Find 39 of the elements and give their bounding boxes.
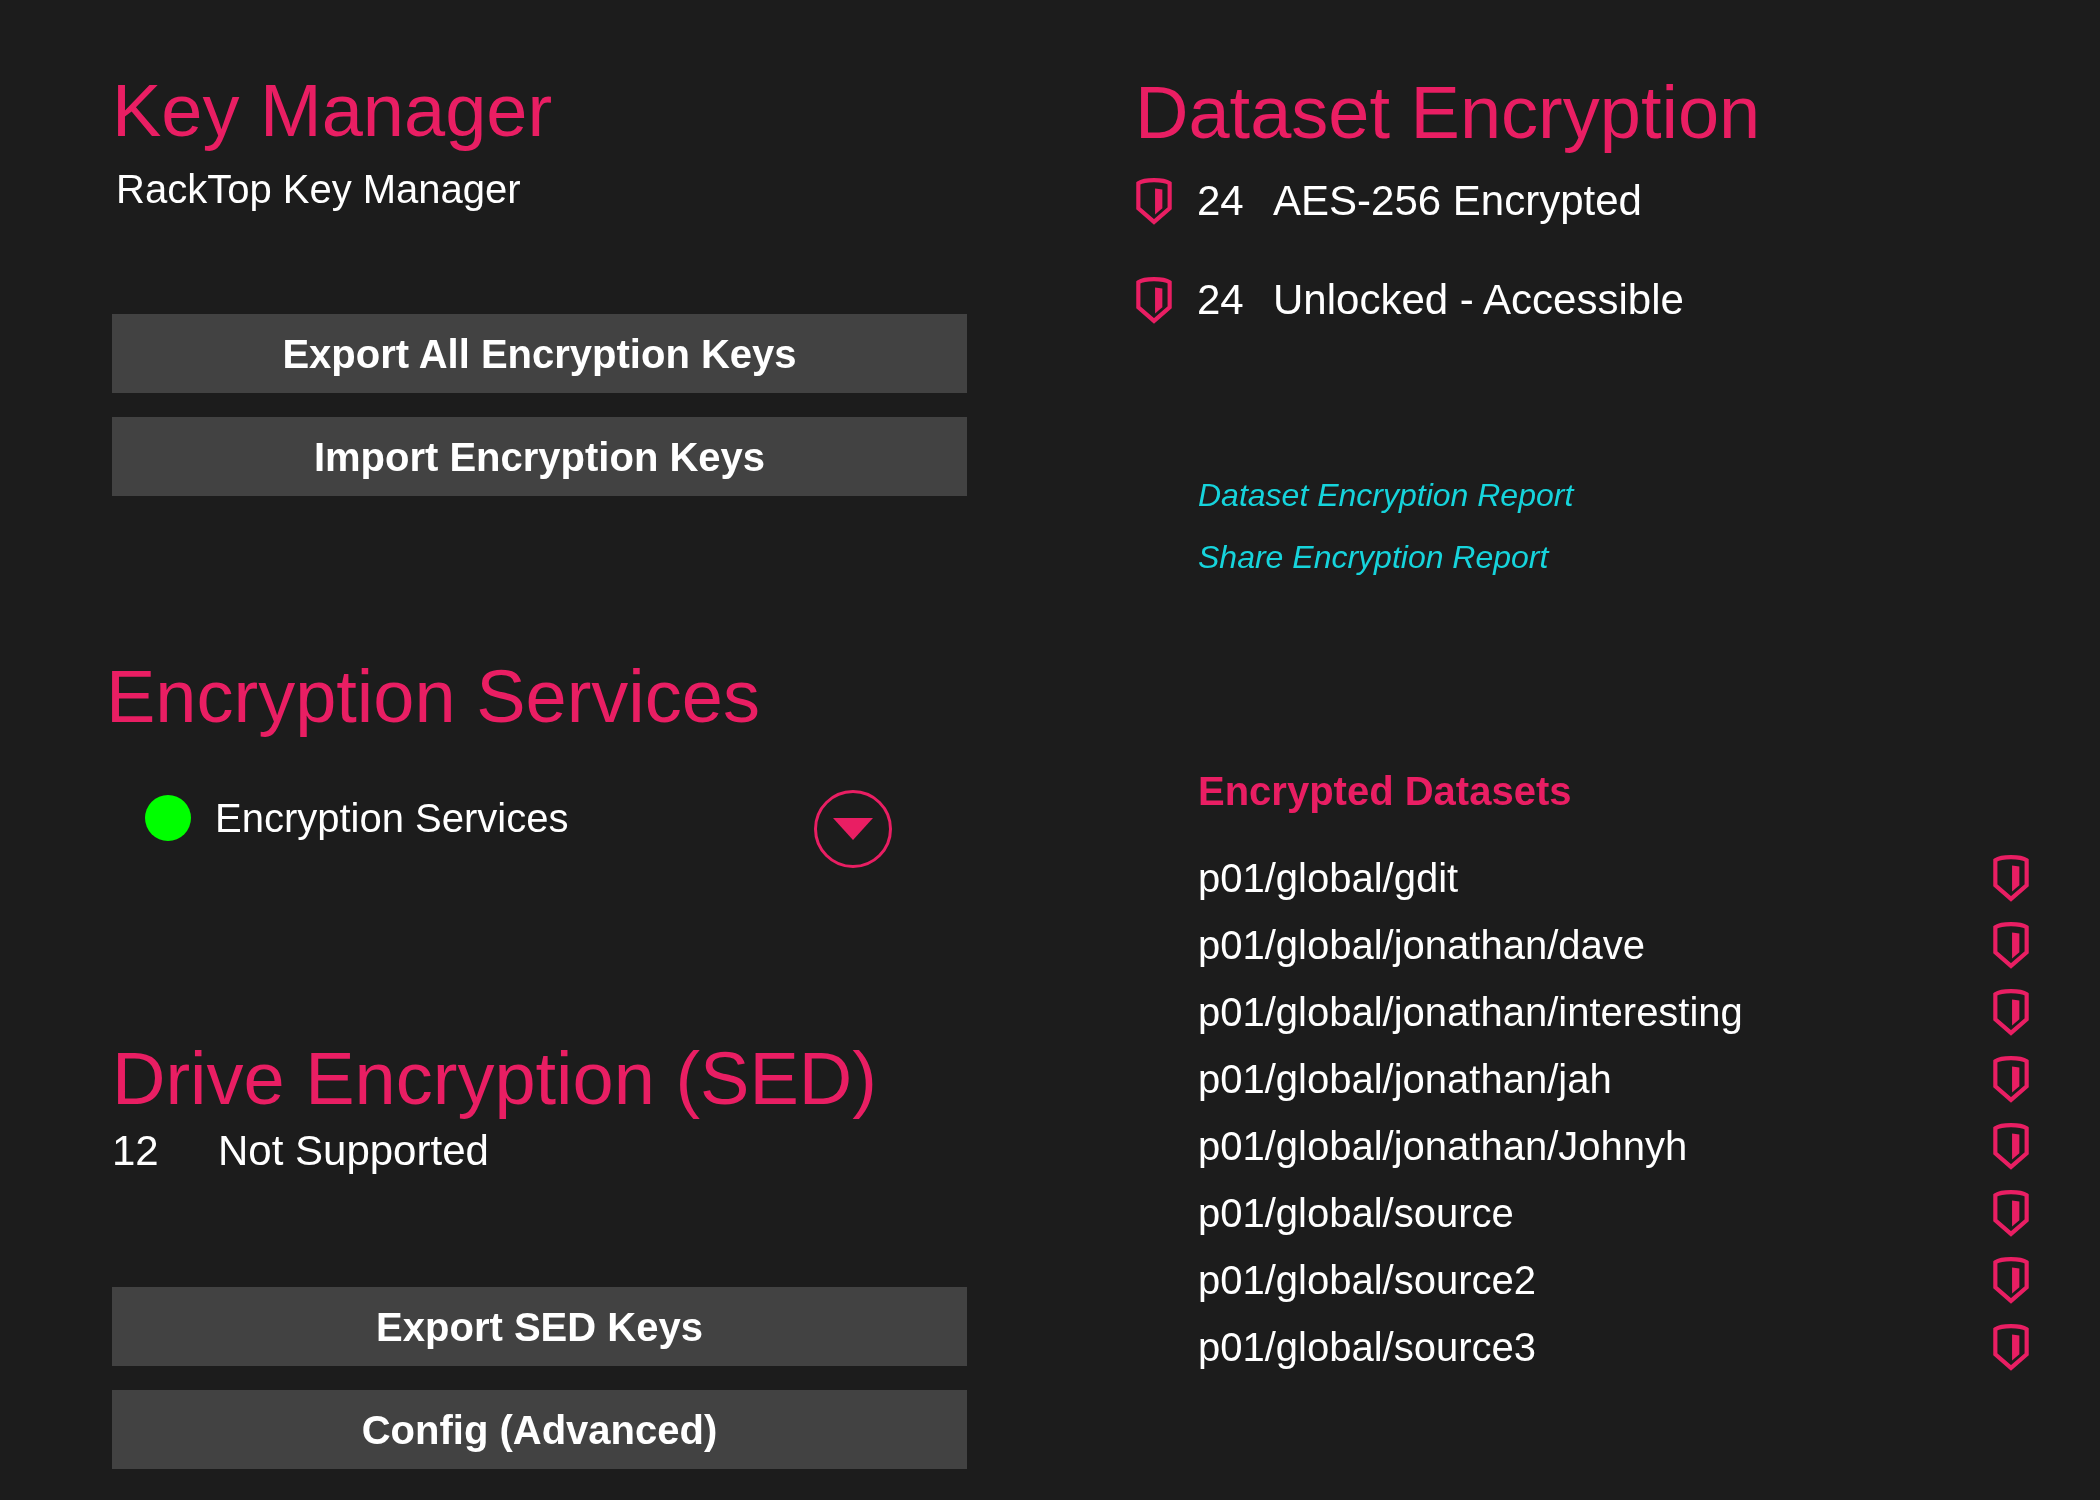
stat-count: 24 [1197,275,1245,326]
shield-icon [1992,1054,2030,1103]
section-title: Encryption Services [106,656,761,738]
drive-status: Not Supported [218,1126,489,1177]
shield-icon [1992,1322,2030,1371]
shield-icon [1992,920,2030,969]
section-title: Key Manager [112,70,554,152]
dataset-name: p01/global/source3 [1198,1323,1537,1371]
action-button[interactable]: Export All Encryption Keys [112,314,967,394]
dropdown-button[interactable] [814,789,892,868]
dataset-name: p01/global/jonathan/jah [1198,1055,1612,1103]
caret-icon [833,817,873,840]
report-link[interactable]: Dataset Encryption Report [1198,471,1574,520]
dataset-name: p01/global/jonathan/interesting [1198,988,1743,1036]
service-name: Encryption Services [215,794,569,842]
list-heading: Encrypted Datasets [1198,769,1572,814]
report-link[interactable]: Share Encryption Report [1198,533,1549,582]
shield-icon [1992,1121,2030,1170]
shield-icon [1992,853,2030,902]
shield-icon [1135,275,1173,324]
section-title: Dataset Encryption [1135,72,1762,154]
shield-icon [1992,1255,2030,1304]
dataset-name: p01/global/source [1198,1189,1514,1237]
stat-label: Unlocked - Accessible [1273,275,1684,326]
action-button[interactable]: Config (Advanced) [112,1390,967,1470]
dataset-name: p01/global/source2 [1198,1256,1537,1304]
action-button[interactable]: Export SED Keys [112,1287,967,1367]
stat-label: AES-256 Encrypted [1273,176,1642,227]
dataset-name: p01/global/jonathan/dave [1198,921,1646,969]
dataset-name: p01/global/jonathan/Johnyh [1198,1122,1688,1170]
drive-count: 12 [112,1126,160,1177]
shield-icon [1135,176,1173,225]
section-title: Drive Encryption (SED) [112,1037,878,1120]
dataset-name: p01/global/gdit [1198,854,1459,902]
stat-count: 24 [1197,176,1245,227]
shield-icon [1992,1188,2030,1237]
subtitle: RackTop Key Manager [116,166,521,214]
action-button[interactable]: Import Encryption Keys [112,417,967,497]
shield-icon [1992,987,2030,1036]
